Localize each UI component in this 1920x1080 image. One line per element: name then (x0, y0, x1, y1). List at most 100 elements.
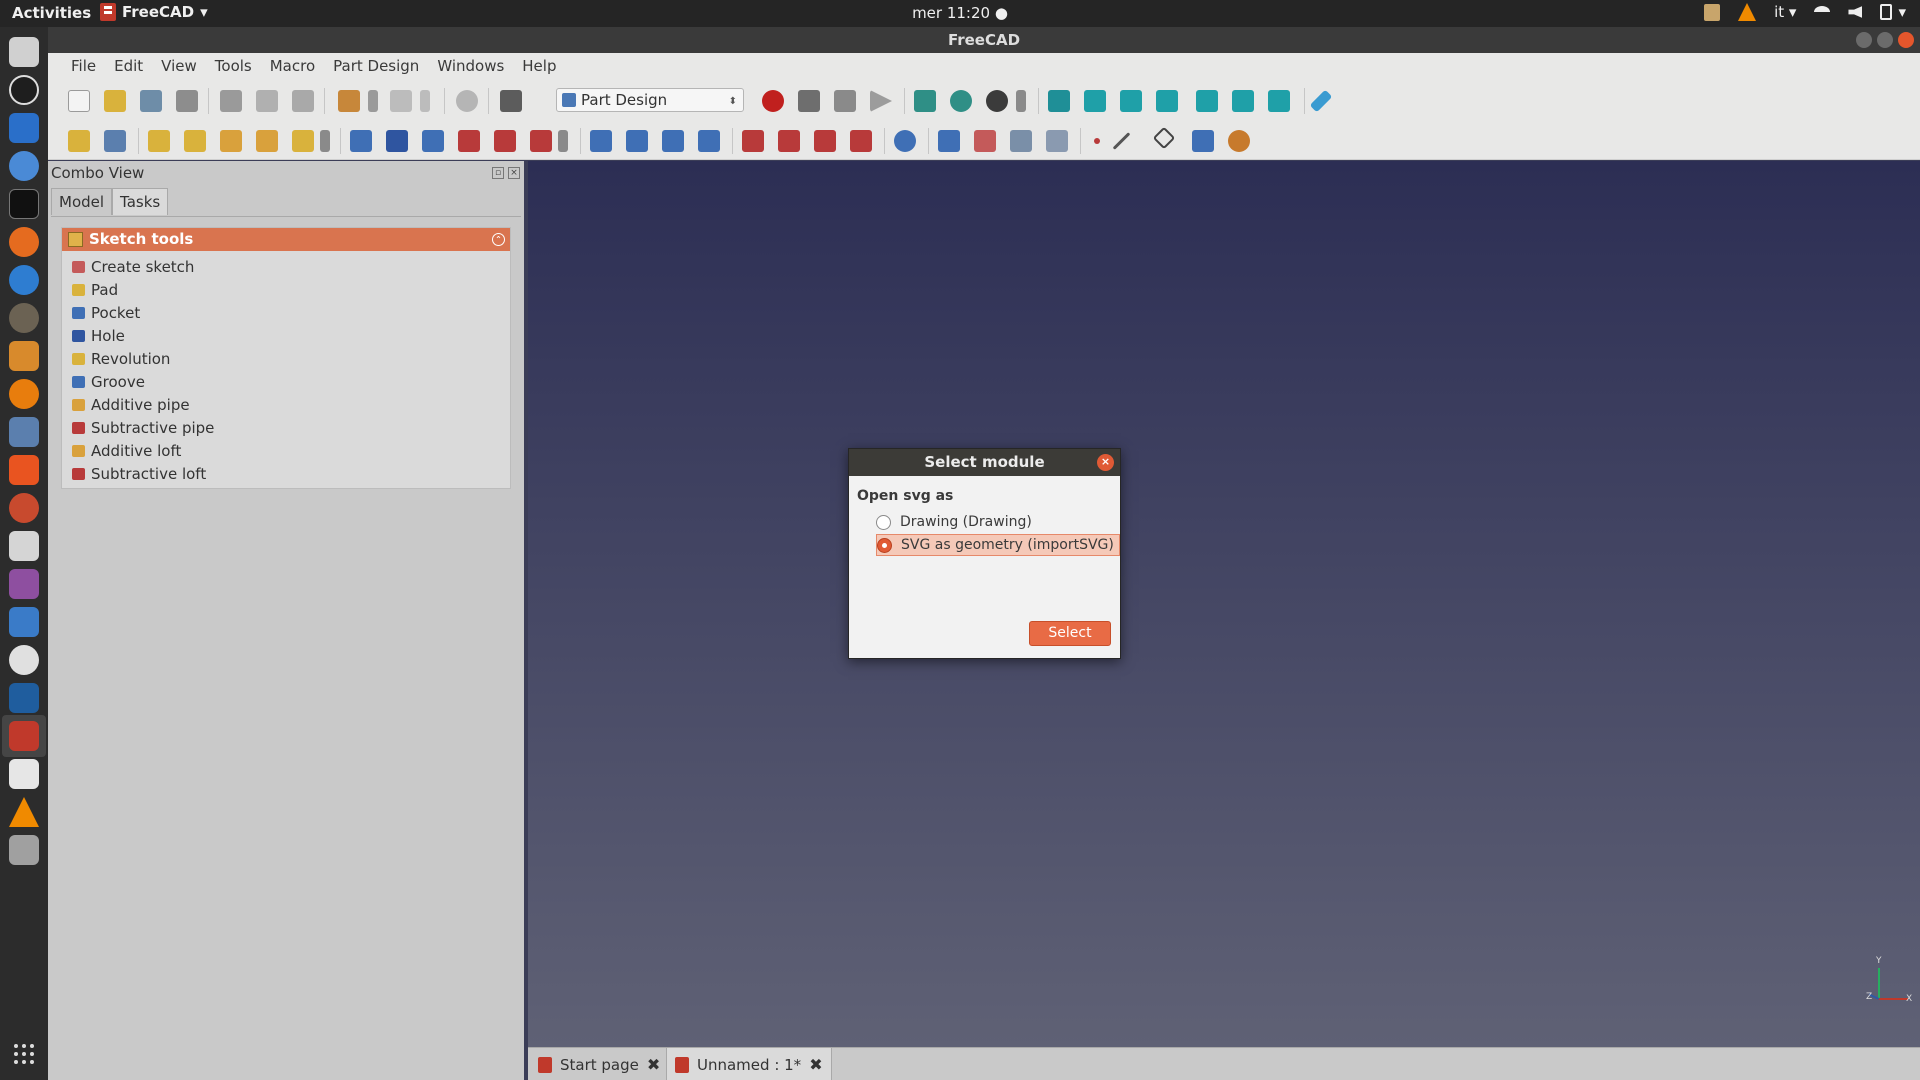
workbench-selector[interactable]: Part Design ⬍ (556, 88, 744, 112)
screenshot-icon[interactable] (9, 569, 39, 599)
radio-button[interactable] (877, 537, 892, 553)
top-view-icon[interactable] (1120, 90, 1142, 112)
clone-icon[interactable] (974, 130, 996, 152)
shape-binder-icon[interactable] (938, 130, 960, 152)
datum-plane-icon[interactable] (1152, 126, 1176, 150)
fit-selection-icon[interactable] (950, 90, 972, 112)
sprocket-icon[interactable] (1228, 130, 1250, 152)
chevron-down-icon[interactable] (420, 90, 430, 112)
chevron-down-icon[interactable] (1016, 90, 1026, 112)
freecad-dock-icon[interactable] (9, 721, 39, 751)
revolution-icon[interactable] (184, 130, 206, 152)
firefox-icon[interactable] (9, 227, 39, 257)
chamfer-icon[interactable] (778, 130, 800, 152)
tab-tasks[interactable]: Tasks (112, 188, 169, 215)
multi-transform-icon[interactable] (698, 130, 720, 152)
wifi-icon[interactable] (1814, 6, 1831, 18)
print-icon[interactable] (176, 90, 198, 112)
thickness-icon[interactable] (850, 130, 872, 152)
doc-tab-unnamed[interactable]: Unnamed : 1* ✖ (666, 1048, 832, 1080)
menu-part-design[interactable]: Part Design (324, 53, 428, 80)
float-panel-button[interactable]: ▫ (492, 167, 504, 179)
app-icon-eye[interactable] (9, 645, 39, 675)
text-editor-icon[interactable] (9, 759, 39, 789)
menu-file[interactable]: File (62, 53, 105, 80)
linear-pattern-icon[interactable] (626, 130, 648, 152)
radio-option-drawing[interactable]: Drawing (Drawing) (876, 511, 1037, 533)
menu-help[interactable]: Help (513, 53, 565, 80)
task-item-groove[interactable]: Groove (62, 371, 510, 394)
additive-primitive-icon[interactable] (292, 130, 314, 152)
polar-pattern-icon[interactable] (662, 130, 684, 152)
datum-point-icon[interactable] (1094, 138, 1100, 144)
volume-icon[interactable] (1848, 6, 1863, 18)
subtractive-pipe-icon[interactable] (494, 130, 516, 152)
file-manager-icon[interactable] (9, 37, 39, 67)
menu-view[interactable]: View (152, 53, 206, 80)
task-item-hole[interactable]: Hole (62, 325, 510, 348)
clipboard-icon[interactable] (1704, 3, 1721, 21)
radio-option-svg-geometry[interactable]: SVG as geometry (importSVG) (876, 534, 1120, 556)
vlc-dock-icon[interactable] (9, 797, 39, 827)
boolean-icon[interactable] (894, 130, 916, 152)
draw-style-icon[interactable] (986, 90, 1008, 112)
sketch-tools-header[interactable]: Sketch tools ⌃ (62, 228, 510, 251)
record-macro-icon[interactable] (762, 90, 784, 112)
export-icon[interactable] (1046, 130, 1068, 152)
paste-icon[interactable] (292, 90, 314, 112)
chromium-icon[interactable] (9, 151, 39, 181)
dialog-close-button[interactable]: × (1097, 454, 1114, 471)
menu-windows[interactable]: Windows (428, 53, 513, 80)
terminal-icon[interactable] (9, 189, 39, 219)
bottom-view-icon[interactable] (1232, 90, 1254, 112)
fillet-icon[interactable] (742, 130, 764, 152)
additive-pipe-icon[interactable] (256, 130, 278, 152)
power-menu-button[interactable]: ▾ (1880, 3, 1906, 21)
hole-icon[interactable] (386, 130, 408, 152)
chevron-down-icon[interactable] (368, 90, 378, 112)
chevron-down-icon[interactable] (558, 130, 568, 152)
tab-model[interactable]: Model (51, 188, 113, 215)
settings-icon[interactable] (9, 493, 39, 523)
inkscape-icon[interactable] (9, 75, 39, 105)
fit-all-icon[interactable] (914, 90, 936, 112)
task-item-additive-pipe[interactable]: Additive pipe (62, 394, 510, 417)
vlc-tray-icon[interactable] (1738, 3, 1757, 21)
task-item-revolution[interactable]: Revolution (62, 348, 510, 371)
software-center-icon[interactable] (9, 455, 39, 485)
import-icon[interactable] (1010, 130, 1032, 152)
datum-line-icon[interactable] (1112, 132, 1131, 150)
create-part-icon[interactable] (104, 130, 126, 152)
window-close-button[interactable] (1898, 32, 1914, 48)
left-view-icon[interactable] (1268, 90, 1290, 112)
task-item-subtractive-loft[interactable]: Subtractive loft (62, 463, 510, 486)
app-icon-orange-doc[interactable] (9, 341, 39, 371)
menu-tools[interactable]: Tools (206, 53, 261, 80)
edit-macro-icon[interactable] (834, 90, 856, 112)
collapse-icon[interactable]: ⌃ (492, 233, 505, 246)
select-button[interactable]: Select (1029, 621, 1111, 646)
create-body-icon[interactable] (68, 130, 90, 152)
app-icon-arrows[interactable] (9, 607, 39, 637)
mirrored-icon[interactable] (590, 130, 612, 152)
show-applications-icon[interactable] (14, 1044, 34, 1064)
save-icon[interactable] (140, 90, 162, 112)
undo-icon[interactable] (338, 90, 360, 112)
virtualbox-icon[interactable] (9, 683, 39, 713)
doc-tab-start-page[interactable]: Start page ✖ (530, 1048, 668, 1080)
groove-icon[interactable] (422, 130, 444, 152)
run-macro-icon[interactable] (870, 90, 892, 112)
close-icon[interactable]: ✖ (809, 1055, 822, 1074)
open-file-icon[interactable] (104, 90, 126, 112)
writer-icon[interactable] (9, 113, 39, 143)
new-document-icon[interactable] (68, 90, 90, 112)
isometric-view-icon[interactable] (1048, 90, 1070, 112)
whats-this-icon[interactable] (500, 90, 522, 112)
menu-edit[interactable]: Edit (105, 53, 152, 80)
app-icon-blue-tools[interactable] (9, 417, 39, 447)
gimp-icon[interactable] (9, 303, 39, 333)
rear-view-icon[interactable] (1196, 90, 1218, 112)
maximize-button[interactable] (1877, 32, 1893, 48)
sub-shape-binder-icon[interactable] (1192, 130, 1214, 152)
stop-macro-icon[interactable] (798, 90, 820, 112)
